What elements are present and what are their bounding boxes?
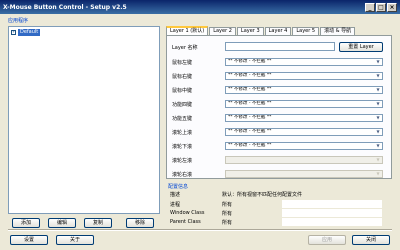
select-value: ** 不修改 - 不拦截 ** (228, 59, 272, 64)
dropdown-arrow-icon: ▼ (376, 101, 380, 106)
settings-button[interactable]: 设置 (10, 235, 48, 245)
edit-button[interactable]: 编辑 (48, 218, 76, 228)
dropdown-arrow-icon: ▼ (376, 157, 380, 162)
select-value: ** 不修改 - 不拦截 ** (228, 87, 272, 92)
window-title: X-Mouse Button Control - Setup v2.5 (3, 3, 127, 11)
minimize-icon[interactable]: _ (365, 2, 375, 12)
apps-group-title: 应用程序 (8, 18, 29, 24)
row-label-wheel-down: 滚轮下滚 (172, 144, 193, 150)
config-parent-class-field (282, 218, 382, 226)
config-label-description: 描述 (170, 192, 181, 198)
layer-tabs: Layer 1 (默认) Layer 2 Layer 3 Layer 4 Lay… (166, 26, 356, 35)
remove-button[interactable]: 移除 (126, 218, 154, 228)
row-label-button4: 功能四键 (172, 102, 193, 108)
row-label-left: 鼠标左键 (172, 60, 193, 66)
list-item-label: Default (18, 28, 41, 36)
config-label-parent-class: Parent Class (170, 219, 201, 225)
select-value: ** 不修改 - 不拦截 ** (228, 115, 272, 120)
select-left-button[interactable]: ** 不修改 - 不拦截 ** ▼ (225, 58, 383, 66)
row-label-wheel-up: 滚轮上滚 (172, 130, 193, 136)
tab-layer-1[interactable]: Layer 1 (默认) (166, 26, 209, 35)
config-value-description: 默认：所有视窗不匹配任何配置文件 (222, 192, 303, 198)
config-process-field (282, 200, 382, 208)
tab-layer-3[interactable]: Layer 3 (236, 27, 264, 35)
select-value: ** 不修改 - 不拦截 ** (228, 73, 272, 78)
select-value: ** 不修改 - 不拦截 ** (228, 129, 272, 134)
tab-layer-4[interactable]: Layer 4 (264, 27, 292, 35)
tab-layer-5[interactable]: Layer 5 (292, 27, 320, 35)
close-icon[interactable]: × (387, 2, 397, 12)
select-wheel-down[interactable]: ** 不修改 - 不拦截 ** ▼ (225, 142, 383, 150)
select-button4[interactable]: ** 不修改 - 不拦截 ** ▼ (225, 100, 383, 108)
config-label-process: 进程 (170, 202, 181, 208)
dropdown-arrow-icon: ▼ (376, 73, 380, 78)
apply-button[interactable]: 应用 (308, 235, 346, 245)
apps-list[interactable]: ✓ Default (8, 26, 160, 214)
config-value-process: 所有 (222, 202, 233, 208)
dropdown-arrow-icon: ▼ (376, 171, 380, 176)
close-button[interactable]: 关闭 (352, 235, 390, 245)
checkbox-icon[interactable]: ✓ (11, 29, 16, 35)
row-label-wheel-right: 滚轮右滚 (172, 172, 193, 178)
row-label-right: 鼠标右键 (172, 74, 193, 80)
maximize-icon[interactable]: □ (376, 2, 386, 12)
select-button5[interactable]: ** 不修改 - 不拦截 ** ▼ (225, 114, 383, 122)
config-group-title: 配置信息 (168, 184, 189, 190)
about-button[interactable]: 关于 (56, 235, 94, 245)
dropdown-arrow-icon: ▼ (376, 129, 380, 134)
row-label-wheel-left: 滚轮左滚 (172, 158, 193, 164)
select-right-button[interactable]: ** 不修改 - 不拦截 ** ▼ (225, 72, 383, 80)
select-middle-button[interactable]: ** 不修改 - 不拦截 ** ▼ (225, 86, 383, 94)
dropdown-arrow-icon: ▼ (376, 87, 380, 92)
row-label-button5: 功能五键 (172, 116, 193, 122)
tab-layer-2[interactable]: Layer 2 (209, 27, 236, 35)
select-value: ** 不修改 - 不拦截 ** (228, 143, 272, 148)
dropdown-arrow-icon: ▼ (376, 59, 380, 64)
layer-name-input[interactable] (225, 42, 335, 51)
select-wheel-right[interactable]: ▼ (225, 170, 383, 178)
reset-layer-button[interactable]: 重置 Layer (339, 42, 383, 52)
dropdown-arrow-icon: ▼ (376, 143, 380, 148)
layer-name-label: Layer 名称 (172, 45, 198, 51)
select-wheel-left[interactable]: ▼ (225, 156, 383, 164)
config-label-window-class: Window Class (170, 210, 205, 216)
window-controls: _ □ × (365, 2, 397, 12)
config-window-class-field (282, 209, 382, 217)
layer-panel: Layer 名称 重置 Layer 鼠标左键 ** 不修改 - 不拦截 ** ▼ … (166, 35, 392, 179)
select-wheel-up[interactable]: ** 不修改 - 不拦截 ** ▼ (225, 128, 383, 136)
dropdown-arrow-icon: ▼ (376, 115, 380, 120)
tab-scroll-nav[interactable]: 滚动 & 导航 (320, 27, 356, 35)
list-item[interactable]: ✓ Default (9, 28, 159, 36)
title-bar: X-Mouse Button Control - Setup v2.5 _ □ … (0, 0, 400, 14)
config-value-window-class: 所有 (222, 211, 233, 217)
add-button[interactable]: 添加 (12, 218, 40, 228)
row-label-middle: 鼠标中键 (172, 88, 193, 94)
select-value: ** 不修改 - 不拦截 ** (228, 101, 272, 106)
footer-divider (8, 229, 392, 231)
config-value-parent-class: 所有 (222, 220, 233, 226)
copy-button[interactable]: 复制 (84, 218, 112, 228)
